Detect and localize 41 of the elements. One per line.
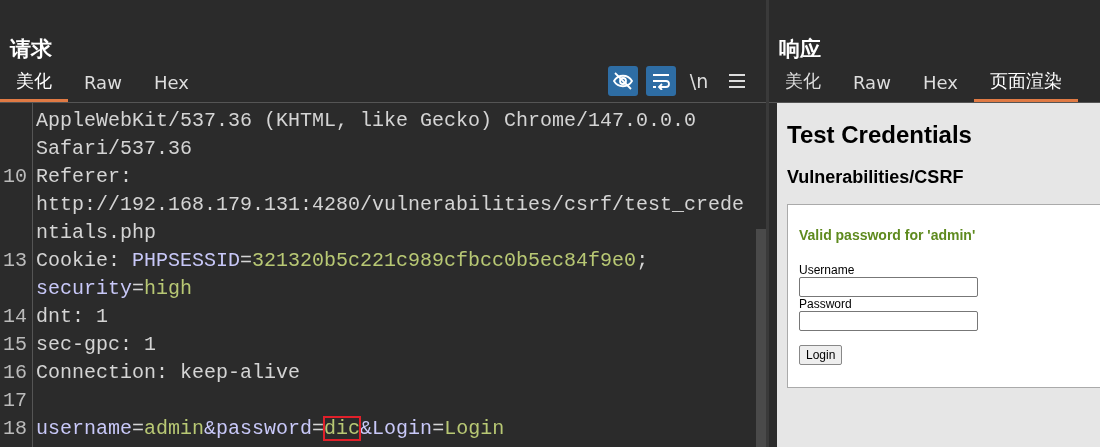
input-field[interactable] bbox=[799, 311, 978, 331]
field-label: Username bbox=[799, 263, 855, 277]
wrap-icon bbox=[651, 72, 671, 90]
tab[interactable]: 美化 bbox=[0, 65, 68, 102]
tab[interactable]: Raw bbox=[837, 68, 907, 102]
wrap-toggle[interactable] bbox=[646, 66, 676, 96]
code-line: dnt: 1 bbox=[36, 304, 108, 330]
line-number: 16 bbox=[2, 360, 28, 386]
scrollbar[interactable] bbox=[756, 229, 766, 447]
page-heading: Test Credentials bbox=[787, 121, 972, 149]
line-number: 18 bbox=[2, 416, 28, 442]
code-line: sec-gpc: 1 bbox=[36, 332, 157, 358]
code-line: http://192.168.179.131:4280/vulnerabilities/csrf/test_crede bbox=[36, 192, 745, 218]
menu-icon bbox=[728, 73, 746, 89]
tab[interactable]: Raw bbox=[68, 68, 138, 102]
code-line: username=admin&password=dic&Login=Login bbox=[36, 416, 505, 442]
code-line: Connection: keep-alive bbox=[36, 360, 301, 386]
eye-slash-icon bbox=[612, 70, 634, 92]
code-line: security=high bbox=[36, 276, 193, 302]
code-line: Referer: bbox=[36, 164, 132, 190]
line-number: 14 bbox=[2, 304, 28, 330]
success-message: Valid password for 'admin' bbox=[799, 227, 976, 243]
field-label: Password bbox=[799, 297, 852, 311]
code-line: Safari/537.36 bbox=[36, 136, 193, 162]
code-line: ntials.php bbox=[36, 220, 157, 246]
login-button[interactable]: Login bbox=[799, 345, 843, 365]
tab[interactable]: Hex bbox=[137, 68, 205, 102]
input-field[interactable] bbox=[799, 277, 978, 297]
line-number: 13 bbox=[2, 248, 28, 274]
tab[interactable]: Hex bbox=[906, 68, 974, 102]
page-subheading: Vulnerabilities/CSRF bbox=[787, 167, 964, 188]
panel-title: 响应 bbox=[779, 36, 821, 63]
line-number: 15 bbox=[2, 332, 28, 358]
line-number: 17 bbox=[2, 388, 28, 414]
panel-title: 请求 bbox=[10, 36, 52, 63]
code-line: Cookie: PHPSESSID=321320b5c221c989cfbcc0b5ec84f9e0; bbox=[36, 248, 649, 274]
eye-slash-toggle[interactable] bbox=[608, 66, 638, 96]
line-number: 10 bbox=[2, 164, 28, 190]
tab[interactable]: 美化 bbox=[769, 65, 837, 102]
code-line: AppleWebKit/537.36 (KHTML, like Gecko) Chrome/147.0.0.0 bbox=[36, 108, 697, 134]
newline-toggle[interactable]: \n bbox=[684, 66, 714, 96]
